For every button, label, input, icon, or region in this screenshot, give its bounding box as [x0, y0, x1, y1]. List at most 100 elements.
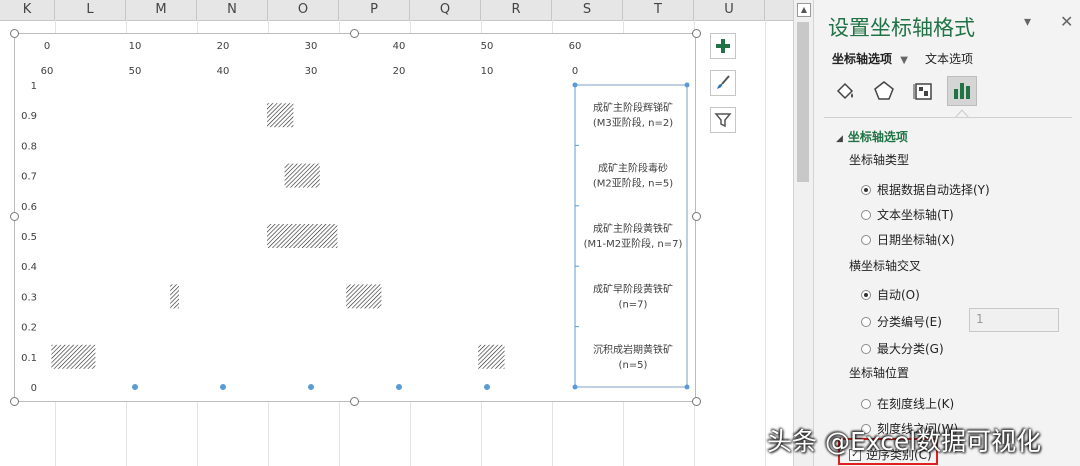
- chart-canvas[interactable]: 0 10 20 30 40 50 60 60 50 40 30 20 10 0 1 0.9 0.8 0.7 0.6 0…: [15, 34, 695, 401]
- format-axis-pane: 设置坐标轴格式 ▾ ✕ 坐标轴选项 ▼ 文本选项 ◢ 坐标轴选项 坐标轴类型 根据…: [813, 0, 1080, 466]
- resize-handle-br[interactable]: [692, 397, 701, 406]
- chart-area[interactable]: 0 10 20 30 40 50 60 60 50 40 30 20 10 0 1 0.9 0.8 0.7 0.6 0…: [14, 33, 696, 402]
- column-header-m[interactable]: M: [126, 0, 197, 20]
- cross-label: 横坐标轴交叉: [849, 259, 922, 273]
- radio-label: 文本坐标轴(T): [877, 208, 954, 222]
- pane-title: 设置坐标轴格式: [828, 16, 975, 40]
- secondary-top-axis-tick-label: 30: [305, 66, 318, 77]
- radio-cross-category-number[interactable]: 分类编号(E): [861, 313, 942, 330]
- range-bar: [346, 284, 382, 309]
- chart-filters-button[interactable]: [710, 107, 736, 133]
- top-axis-tick-label: 40: [393, 41, 406, 52]
- column-header-r[interactable]: R: [481, 0, 552, 20]
- resize-handle-tr[interactable]: [692, 29, 701, 38]
- range-bar: [51, 344, 96, 369]
- resize-handle-tc[interactable]: [350, 29, 359, 38]
- radio-label: 自动(O): [877, 288, 920, 302]
- vertical-scrollbar[interactable]: ▲: [793, 0, 813, 466]
- axis-selection-handle: [684, 384, 690, 390]
- axis-position-label: 坐标轴位置: [849, 366, 910, 380]
- range-bar: [267, 224, 338, 248]
- radio-axis-auto[interactable]: 根据数据自动选择(Y): [861, 181, 990, 198]
- tab-text-options[interactable]: 文本选项: [925, 50, 973, 67]
- range-bar: [478, 344, 505, 369]
- resize-handle-ml[interactable]: [10, 212, 19, 221]
- data-point: [220, 384, 226, 390]
- category-number-input[interactable]: 1: [969, 308, 1059, 332]
- range-bar: [267, 103, 294, 128]
- y-axis-tick-label: 0.5: [21, 232, 37, 243]
- y-axis-tick-label: 0.7: [21, 172, 37, 183]
- radio-axis-text[interactable]: 文本坐标轴(T): [861, 206, 954, 223]
- axis-selection-handle: [572, 384, 578, 390]
- tab-axis-options-label: 坐标轴选项: [832, 52, 893, 66]
- y-axis-tick-label: 0.6: [21, 202, 37, 213]
- collapse-triangle-icon: ◢: [836, 134, 843, 144]
- column-header-p[interactable]: P: [339, 0, 410, 20]
- range-bar: [284, 163, 320, 188]
- column-header-l[interactable]: L: [55, 0, 126, 20]
- column-header-q[interactable]: Q: [410, 0, 481, 20]
- y-axis-tick-label: 0: [31, 383, 37, 394]
- column-header-n[interactable]: N: [197, 0, 268, 20]
- radio-icon: [861, 234, 871, 245]
- top-axis-tick-label: 60: [569, 41, 582, 52]
- effects-icon[interactable]: [869, 76, 899, 106]
- scroll-up-icon[interactable]: ▲: [797, 3, 811, 17]
- secondary-top-axis-tick-label: 60: [41, 66, 54, 77]
- resize-handle-tl[interactable]: [10, 29, 19, 38]
- column-header-k[interactable]: K: [0, 0, 55, 20]
- chevron-down-icon[interactable]: ▾: [1024, 14, 1031, 30]
- secondary-top-axis-tick-label: 50: [129, 66, 142, 77]
- category-label-line2: (n=7): [619, 299, 648, 310]
- column-header-t[interactable]: T: [623, 0, 694, 20]
- column-header-u[interactable]: U: [694, 0, 765, 20]
- size-properties-icon[interactable]: [908, 76, 938, 106]
- category-label-line2: (M1-M2亚阶段, n=7): [584, 237, 683, 250]
- radio-icon: [861, 398, 871, 409]
- watermark: 头条 @Excel数据可视化: [767, 427, 1042, 456]
- range-bar: [170, 284, 179, 309]
- radio-label: 日期坐标轴(X): [877, 233, 955, 247]
- resize-handle-bl[interactable]: [10, 397, 19, 406]
- category-label-line1: 成矿主阶段辉锑矿: [593, 101, 673, 114]
- data-point: [308, 384, 314, 390]
- section-axis-options-label: 坐标轴选项: [847, 130, 908, 144]
- secondary-top-axis-tick-label: 40: [217, 66, 230, 77]
- radio-label: 最大分类(G): [877, 342, 944, 356]
- close-icon[interactable]: ✕: [1060, 12, 1073, 31]
- spreadsheet-area[interactable]: KLMNOPQRSTU 0 10 20 30 40 50 60 60 50 40 30 20 10 0 1 0…: [0, 0, 793, 466]
- top-axis-tick-label: 20: [217, 41, 230, 52]
- y-axis-tick-label: 0.4: [21, 262, 37, 273]
- y-axis-tick-label: 0.1: [21, 353, 37, 364]
- category-label-line1: 成矿早阶段黄铁矿: [593, 282, 673, 295]
- grid-line: [765, 20, 766, 466]
- column-header-o[interactable]: O: [268, 0, 339, 20]
- axis-type-label: 坐标轴类型: [849, 153, 910, 167]
- radio-cross-auto[interactable]: 自动(O): [861, 286, 920, 303]
- section-axis-options[interactable]: ◢ 坐标轴选项: [836, 128, 908, 145]
- y-axis-tick-label: 0.9: [21, 111, 37, 122]
- axis-options-icon[interactable]: [947, 76, 977, 106]
- radio-cross-max-category[interactable]: 最大分类(G): [861, 340, 944, 357]
- y-axis-tick-label: 0.8: [21, 141, 37, 152]
- data-point: [132, 384, 138, 390]
- scroll-thumb[interactable]: [797, 22, 809, 182]
- resize-handle-bc[interactable]: [350, 397, 359, 406]
- chart-styles-button[interactable]: [710, 70, 736, 96]
- tab-axis-options[interactable]: 坐标轴选项 ▼: [832, 50, 908, 67]
- filter-icon: [714, 113, 732, 128]
- top-axis-tick-label: 50: [481, 41, 494, 52]
- resize-handle-mr[interactable]: [692, 212, 701, 221]
- radio-on-tick-marks[interactable]: 在刻度线上(K): [861, 395, 954, 412]
- radio-axis-date[interactable]: 日期坐标轴(X): [861, 231, 955, 248]
- column-header-s[interactable]: S: [552, 0, 623, 20]
- chart-elements-button[interactable]: [710, 33, 736, 59]
- radio-label: 根据数据自动选择(Y): [877, 183, 990, 197]
- data-point: [396, 384, 402, 390]
- plus-icon: [716, 39, 730, 53]
- fill-line-icon[interactable]: [830, 76, 860, 106]
- dropdown-arrow-icon: ▼: [900, 55, 908, 66]
- data-point: [484, 384, 490, 390]
- top-axis-tick-label: 0: [44, 41, 50, 52]
